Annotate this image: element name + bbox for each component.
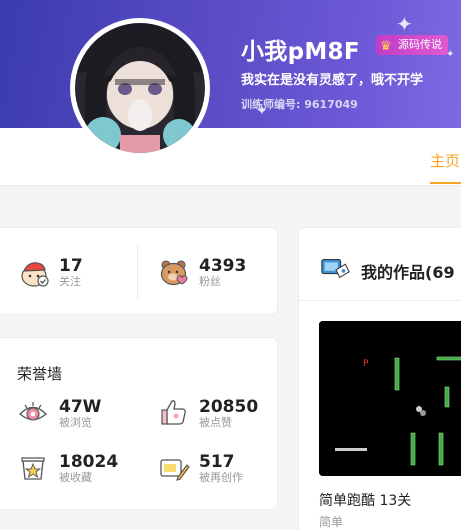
fans-icon [158,256,190,288]
user-name: 小我pM8F [241,39,360,65]
user-bio: 我实在是没有灵感了，哦不开学 [241,73,424,88]
honor-likes-value: 20850 [199,397,259,417]
honor-views-label: 被浏览 [59,416,92,429]
stats-divider [137,244,138,300]
following-icon [19,257,51,289]
work-thumbnail[interactable]: P [319,321,461,476]
honor-likes-label: 被点赞 [199,416,232,429]
honor-remixes-label: 被再创作 [199,471,243,484]
works-title: 我的作品(69 [361,263,455,282]
svg-text:P: P [363,359,369,369]
profile-banner: ✦ ✦ ✦ 小我pM8F ♛ 源码传说 我实在是没有灵感了，哦不开学 训练师编号… [0,0,461,128]
honor-views-value: 47W [59,397,102,417]
avatar[interactable] [70,18,210,158]
following-count: 17 [59,256,83,276]
following-stat[interactable]: 17 关注 [59,257,83,289]
tab-home[interactable]: 主页 [430,150,460,171]
sparkle-icon: ✦ [396,12,413,36]
honor-favorites-label: 被收藏 [59,471,92,484]
avatar-image [75,23,205,153]
honor-item-likes: 20850 被点赞 [199,398,258,430]
honor-item-remixes: 517 被再创作 [199,453,243,485]
star-box-icon [17,451,49,483]
fans-stat[interactable]: 4393 粉丝 [199,257,246,289]
crown-icon: ♛ [380,39,392,54]
honor-wall-card: 荣誉墙 47W 被浏览 20850 被点赞 18024 被收藏 517 被再创作 [0,337,278,510]
pencil-icon [158,451,190,483]
tab-active-indicator [430,182,461,184]
honor-item-favorites: 18024 被收藏 [59,453,118,485]
profile-nav: 主页 [0,128,461,186]
rank-badge: ♛ 源码传说 [376,35,448,55]
fans-count: 4393 [199,256,247,276]
honor-item-views: 47W 被浏览 [59,398,101,430]
honor-favorites-value: 18024 [59,452,119,472]
work-subtitle: 简单 [319,515,344,529]
honor-wall-title: 荣誉墙 [17,365,63,383]
eye-icon [17,397,49,429]
works-card: 我的作品(69 P 简单跑酷 13关 简单 [298,227,461,530]
works-divider [299,300,461,301]
following-label: 关注 [59,275,81,288]
thumbs-up-icon [158,396,190,428]
fans-label: 粉丝 [199,275,221,288]
works-icon [319,252,351,284]
rank-badge-label: 源码传说 [398,38,442,51]
follow-stats-card: 17 关注 4393 粉丝 [0,227,278,315]
work-title[interactable]: 简单跑酷 13关 [319,490,411,510]
honor-remixes-value: 517 [199,452,235,472]
trainer-id: 训练师编号: 9617049 [241,98,358,111]
